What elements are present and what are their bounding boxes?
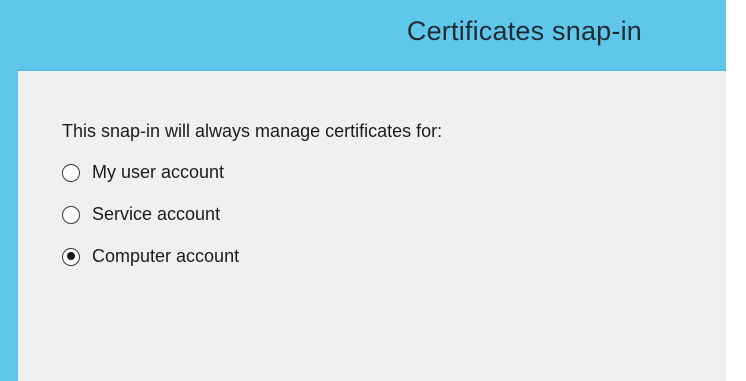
account-prompt: This snap-in will always manage certific…	[62, 121, 443, 141]
radio-label-service-account[interactable]: Service account	[92, 204, 220, 225]
radio-button-unchecked[interactable]	[62, 163, 80, 182]
radio-option-my-user-account[interactable]: My user account	[62, 162, 224, 183]
radio-button-unchecked[interactable]	[62, 205, 80, 224]
radio-label-my-user-account[interactable]: My user account	[92, 162, 224, 183]
dialog-title: Certificates snap-in	[406, 16, 642, 46]
title-bar: Certificates snap-in	[0, 0, 726, 71]
window-edge	[726, 0, 746, 381]
dialog-content: This snap-in will always manage certific…	[18, 71, 726, 381]
radio-label-computer-account[interactable]: Computer account	[92, 246, 239, 267]
left-accent-border	[0, 69, 18, 381]
radio-option-computer-account[interactable]: Computer account	[62, 246, 239, 267]
certificates-snap-in-dialog: Certificates snap-in This snap-in will a…	[0, 0, 746, 381]
radio-option-service-account[interactable]: Service account	[62, 204, 220, 225]
radio-button-checked[interactable]	[62, 247, 80, 266]
